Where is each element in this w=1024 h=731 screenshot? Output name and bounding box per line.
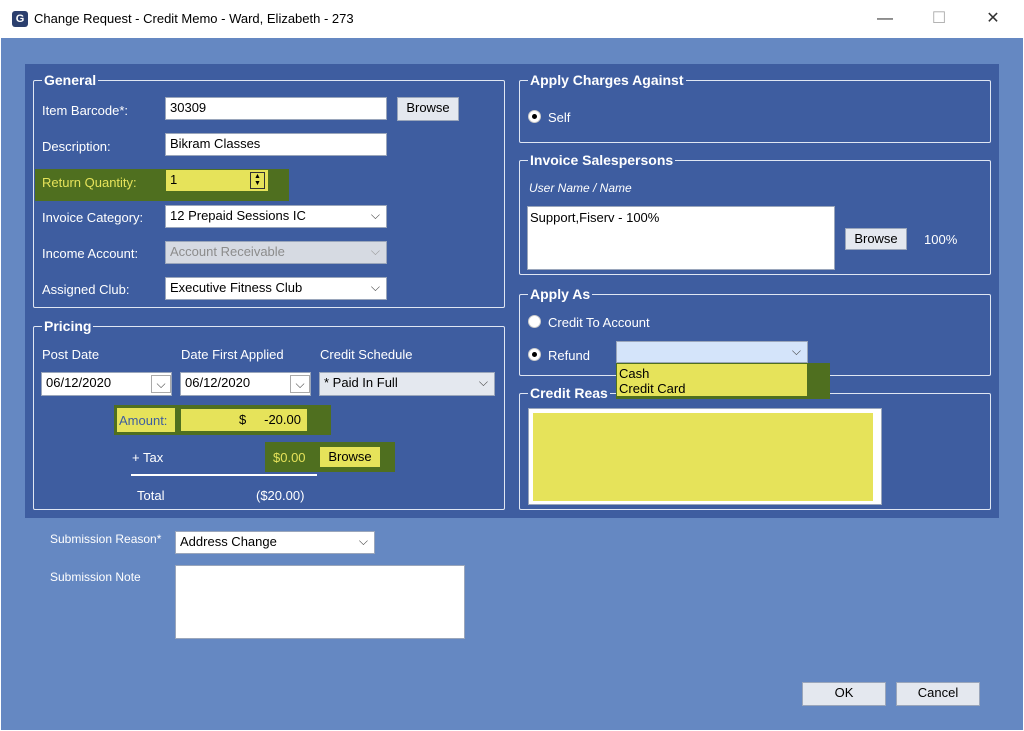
credit-reason-highlight [533, 413, 873, 501]
total-divider [131, 474, 317, 476]
total-value: ($20.00) [256, 488, 305, 503]
chevron-down-icon[interactable]: ⌵ [290, 375, 310, 393]
credit-reason-legend: Credit Reas [528, 385, 610, 401]
apply-charges-group: Apply Charges Against [519, 72, 991, 143]
refund-option-cash[interactable]: Cash [619, 366, 805, 381]
barcode-browse-button[interactable]: Browse [397, 97, 459, 121]
pricing-legend: Pricing [42, 318, 94, 334]
salespersons-list[interactable]: Support,Fiserv - 100% [527, 206, 835, 270]
invoice-category-select[interactable]: 12 Prepaid Sessions IC ⌵ [165, 205, 387, 228]
salespersons-browse-button[interactable]: Browse [845, 228, 907, 250]
total-label: Total [137, 488, 165, 503]
submission-note-textarea[interactable] [175, 565, 465, 639]
tax-value: $0.00 [273, 450, 306, 465]
self-radio[interactable] [528, 110, 541, 123]
chevron-down-icon: ⌵ [358, 534, 368, 548]
self-label: Self [548, 110, 571, 125]
credit-schedule-label: Credit Schedule [320, 347, 413, 362]
submission-note-label: Submission Note [50, 570, 141, 584]
description-input[interactable]: Bikram Classes [165, 133, 387, 156]
return-quantity-label: Return Quantity: [42, 175, 137, 190]
close-button[interactable]: ✕ [970, 0, 1016, 38]
ok-button[interactable]: OK [802, 682, 886, 706]
item-barcode-input[interactable]: 30309 [165, 97, 387, 120]
main-panel: General Item Barcode*: 30309 Browse Desc… [25, 64, 999, 518]
chevron-down-icon[interactable]: ⌵ [151, 375, 171, 393]
invoice-category-label: Invoice Category: [42, 210, 144, 225]
income-account-select: Account Receivable ⌵ [165, 241, 387, 264]
amount-value: -20.00 [264, 412, 301, 427]
app-icon: G [12, 11, 28, 27]
apply-as-legend: Apply As [528, 286, 593, 302]
credit-reason-input[interactable] [528, 408, 882, 505]
refund-radio[interactable] [528, 348, 541, 361]
income-account-label: Income Account: [42, 246, 139, 261]
credit-to-account-label: Credit To Account [548, 315, 650, 330]
window-title: Change Request - Credit Memo - Ward, Eli… [34, 11, 354, 26]
invoice-category-value: 12 Prepaid Sessions IC [170, 208, 306, 223]
assigned-club-select[interactable]: Executive Fitness Club ⌵ [165, 277, 387, 300]
post-date-label: Post Date [42, 347, 100, 362]
salespersons-column-header: User Name / Name [529, 181, 632, 195]
date-first-applied-value: 06/12/2020 [185, 375, 251, 390]
maximize-button[interactable]: ☐ [916, 0, 962, 38]
tax-label: + Tax [132, 450, 164, 465]
list-item[interactable]: Support,Fiserv - 100% [530, 210, 832, 225]
tax-browse-button[interactable]: Browse [319, 446, 381, 468]
cancel-button[interactable]: Cancel [896, 682, 980, 706]
credit-schedule-value: * Paid In Full [324, 375, 398, 390]
general-legend: General [42, 72, 99, 88]
amount-label: Amount: [119, 413, 168, 428]
chevron-down-icon: ⌵ [478, 375, 488, 389]
chevron-down-icon: ⌵ [370, 208, 380, 222]
credit-to-account-radio[interactable] [528, 315, 541, 328]
date-first-applied-label: Date First Applied [181, 347, 284, 362]
post-date-value: 06/12/2020 [46, 375, 112, 390]
date-first-applied-picker[interactable]: 06/12/2020 ⌵ [180, 372, 311, 396]
refund-label: Refund [548, 348, 590, 363]
minimize-button[interactable]: — [862, 0, 908, 38]
chevron-down-icon: ⌵ [791, 344, 801, 358]
credit-schedule-select[interactable]: * Paid In Full ⌵ [319, 372, 495, 396]
assigned-club-value: Executive Fitness Club [170, 280, 303, 295]
amount-currency: $ [239, 412, 247, 427]
amount-input[interactable]: $ -20.00 [180, 408, 308, 432]
chevron-down-icon: ⌵ [370, 244, 380, 258]
refund-options-list: Cash Credit Card [616, 363, 808, 397]
refund-option-credit-card[interactable]: Credit Card [619, 381, 805, 396]
income-account-value: Account Receivable [170, 244, 285, 259]
dialog-client-area: General Item Barcode*: 30309 Browse Desc… [1, 38, 1023, 730]
salespersons-legend: Invoice Salespersons [528, 152, 676, 168]
salesperson-percent: 100% [924, 232, 958, 247]
title-bar: G Change Request - Credit Memo - Ward, E… [0, 0, 1024, 38]
submission-reason-label: Submission Reason* [50, 532, 162, 546]
submission-reason-value: Address Change [180, 534, 277, 549]
assigned-club-label: Assigned Club: [42, 282, 130, 297]
spinner-arrows-icon[interactable]: ▲ ▼ [250, 172, 265, 189]
apply-charges-legend: Apply Charges Against [528, 72, 686, 88]
submission-reason-select[interactable]: Address Change ⌵ [175, 531, 375, 554]
refund-method-select[interactable]: ⌵ [616, 341, 808, 363]
post-date-picker[interactable]: 06/12/2020 ⌵ [41, 372, 172, 396]
description-label: Description: [42, 139, 111, 154]
chevron-down-icon: ⌵ [370, 280, 380, 294]
item-barcode-label: Item Barcode*: [42, 103, 128, 118]
